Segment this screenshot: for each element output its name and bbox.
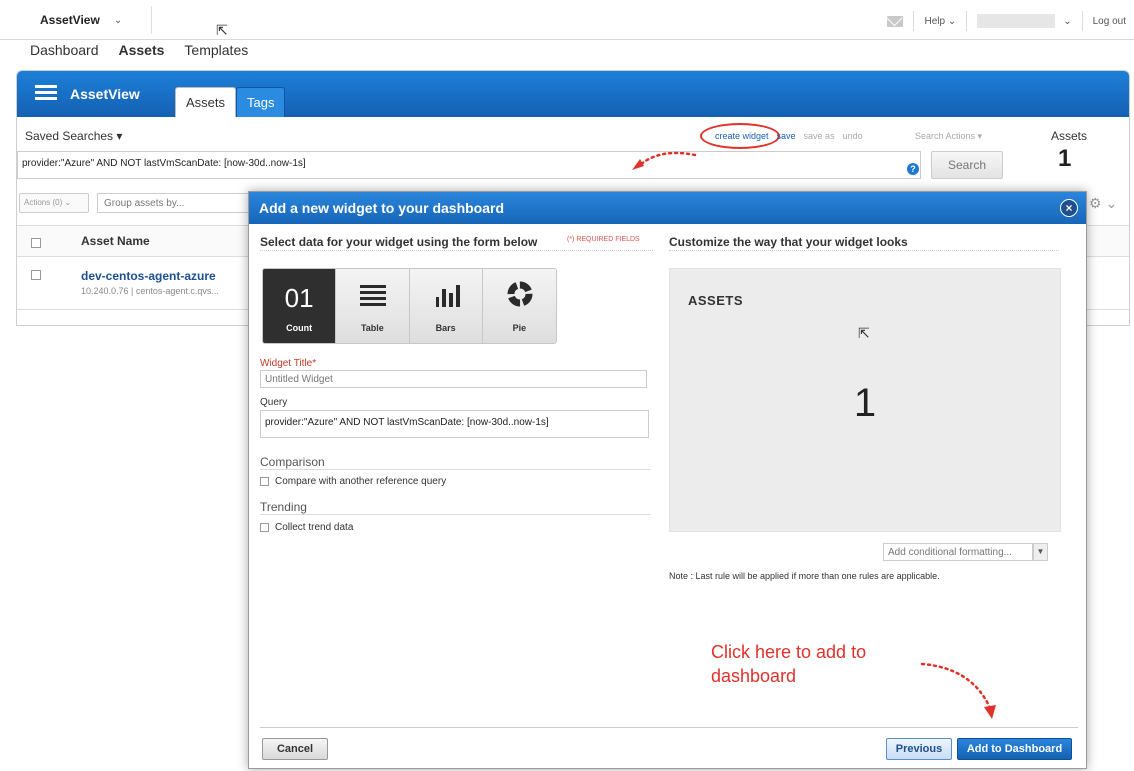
trend-checkbox[interactable] [260, 523, 269, 532]
widget-title-label: Widget Title* [260, 358, 317, 369]
type-count-button[interactable]: 01 Count [263, 269, 337, 343]
widget-type-selector: 01 Count Table Bars Pie [262, 268, 557, 344]
search-query-input[interactable]: provider:"Azure" AND NOT lastVmScanDate:… [17, 151, 921, 179]
trending-title: Trending [260, 500, 307, 514]
create-widget-link[interactable]: create widget [715, 131, 769, 141]
widget-query-input[interactable]: provider:"Azure" AND NOT lastVmScanDate:… [260, 410, 649, 438]
trend-checkbox-label: Collect trend data [275, 522, 354, 533]
previous-button[interactable]: Previous [886, 738, 952, 760]
bars-icon [435, 283, 460, 307]
top-right-controls: Help ⌄ ⌄ Log out [887, 8, 1126, 34]
asset-name-link[interactable]: dev-centos-agent-azure [81, 269, 216, 283]
right-heading: Customize the way that your widget looks [669, 235, 908, 249]
group-assets-input[interactable]: Group assets by... [97, 193, 249, 213]
type-bars-button[interactable]: Bars [409, 269, 483, 343]
query-label: Query [260, 397, 288, 408]
annotation-text: Click here to add to dashboard [711, 642, 867, 686]
close-icon[interactable]: × [1060, 199, 1078, 217]
user-menu[interactable] [977, 14, 1056, 28]
mouse-cursor-icon: ⇱ [858, 325, 870, 341]
row-checkbox[interactable] [31, 270, 41, 280]
tab-assets[interactable]: Assets [175, 87, 237, 117]
modal-header: Add a new widget to your dashboard × [249, 192, 1086, 224]
main-nav: Dashboard Assets Templates [30, 42, 248, 58]
search-toolbar-links: create widget save save as undo [715, 131, 863, 141]
nav-templates[interactable]: Templates [184, 42, 248, 58]
type-table-button[interactable]: Table [336, 269, 410, 343]
search-actions-dropdown[interactable]: Search Actions ▾ [915, 131, 982, 142]
save-link[interactable]: save [777, 131, 796, 141]
mail-icon[interactable] [887, 15, 904, 27]
conditional-formatting-select[interactable]: Add conditional formatting... [883, 543, 1033, 561]
compare-checkbox-label: Compare with another reference query [275, 476, 447, 487]
logout-link[interactable]: Log out [1093, 16, 1126, 27]
help-icon[interactable]: ? [907, 163, 919, 175]
list-icon[interactable] [35, 85, 57, 102]
app-name: AssetView [40, 13, 100, 27]
rule-note: Note : Last rule will be applied if more… [669, 571, 940, 581]
assets-count-label: Assets [1051, 129, 1088, 143]
nav-dashboard[interactable]: Dashboard [30, 42, 99, 58]
app-switcher[interactable]: AssetView ⌄ [16, 6, 152, 34]
widget-preview: ASSETS 1 ⇱ [669, 268, 1061, 532]
mouse-cursor-icon: ⇱ [216, 22, 228, 38]
column-asset-name[interactable]: Asset Name [81, 234, 150, 248]
assets-count-value: 1 [1058, 145, 1072, 172]
preview-title: ASSETS [688, 293, 744, 308]
required-note: (*) REQUIRED FIELDS [567, 236, 640, 243]
saved-searches-dropdown[interactable]: Saved Searches ▾ [25, 129, 122, 143]
asset-subtitle: 10.240.0.76 | centos-agent.c.qvs... [81, 286, 219, 296]
top-bar: AssetView ⌄ Help ⌄ ⌄ Log out [0, 0, 1134, 40]
help-menu[interactable]: Help ⌄ [924, 16, 956, 27]
pie-icon [507, 281, 533, 307]
add-to-dashboard-button[interactable]: Add to Dashboard [957, 738, 1072, 760]
chevron-down-icon[interactable]: ⌄ [1063, 16, 1071, 27]
preview-count: 1 [853, 381, 877, 425]
compare-checkbox[interactable] [260, 477, 269, 486]
widget-title-input[interactable] [260, 370, 647, 388]
gear-icon[interactable]: ⚙ ⌄ [1089, 195, 1117, 212]
chevron-down-icon: ⌄ [113, 14, 123, 26]
search-button[interactable]: Search [931, 151, 1003, 179]
undo-link[interactable]: undo [843, 131, 863, 141]
left-heading: Select data for your widget using the fo… [260, 235, 538, 249]
type-pie-button[interactable]: Pie [482, 269, 556, 343]
add-widget-modal: Add a new widget to your dashboard × Sel… [248, 191, 1087, 769]
nav-assets[interactable]: Assets [119, 42, 165, 58]
select-all-checkbox[interactable] [31, 238, 41, 248]
panel-title: AssetView [70, 86, 140, 102]
tab-tags[interactable]: Tags [236, 87, 286, 117]
comparison-title: Comparison [260, 455, 325, 469]
chevron-down-icon[interactable]: ▼ [1033, 543, 1048, 561]
table-icon [360, 285, 387, 309]
save-as-link[interactable]: save as [804, 131, 835, 141]
modal-title: Add a new widget to your dashboard [259, 200, 505, 216]
count-icon: 01 [284, 283, 314, 313]
panel-header: AssetView Assets Tags [17, 71, 1129, 117]
actions-dropdown[interactable]: Actions (0) ⌄ [19, 193, 89, 213]
cancel-button[interactable]: Cancel [262, 738, 328, 760]
